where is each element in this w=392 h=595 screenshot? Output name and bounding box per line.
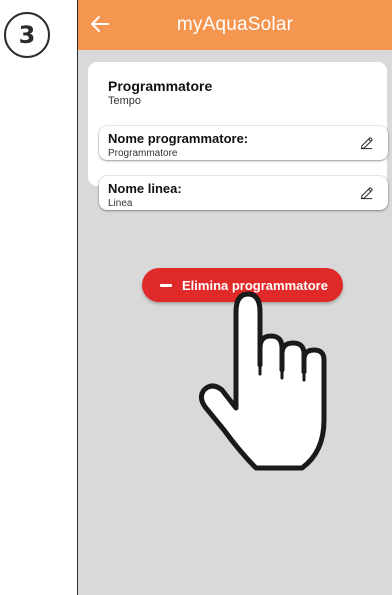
field-label: Nome programmatore: [108, 131, 249, 146]
field-label: Nome linea: [108, 181, 182, 196]
programmer-name-field[interactable]: Nome programmatore: Programmatore [99, 126, 388, 160]
field-value: Linea [108, 198, 133, 209]
card-title: Programmatore [108, 78, 213, 94]
app-bar: myAquaSolar [78, 0, 392, 50]
pencil-icon[interactable] [359, 186, 374, 201]
delete-button-label: Elimina programmatore [182, 278, 328, 293]
delete-programmer-button[interactable]: Elimina programmatore [142, 268, 343, 302]
minus-icon [160, 284, 172, 287]
step-number-badge: 3 [4, 12, 50, 58]
programmer-card: Programmatore Tempo Nome programmatore: … [88, 62, 388, 210]
field-value: Programmatore [108, 148, 178, 159]
line-name-field[interactable]: Nome linea: Linea [99, 176, 388, 210]
phone-screen: myAquaSolar Programmatore Tempo Nome pro… [77, 0, 392, 595]
card-subtitle: Tempo [108, 95, 142, 107]
app-title: myAquaSolar [176, 14, 294, 35]
pencil-icon[interactable] [359, 136, 374, 151]
